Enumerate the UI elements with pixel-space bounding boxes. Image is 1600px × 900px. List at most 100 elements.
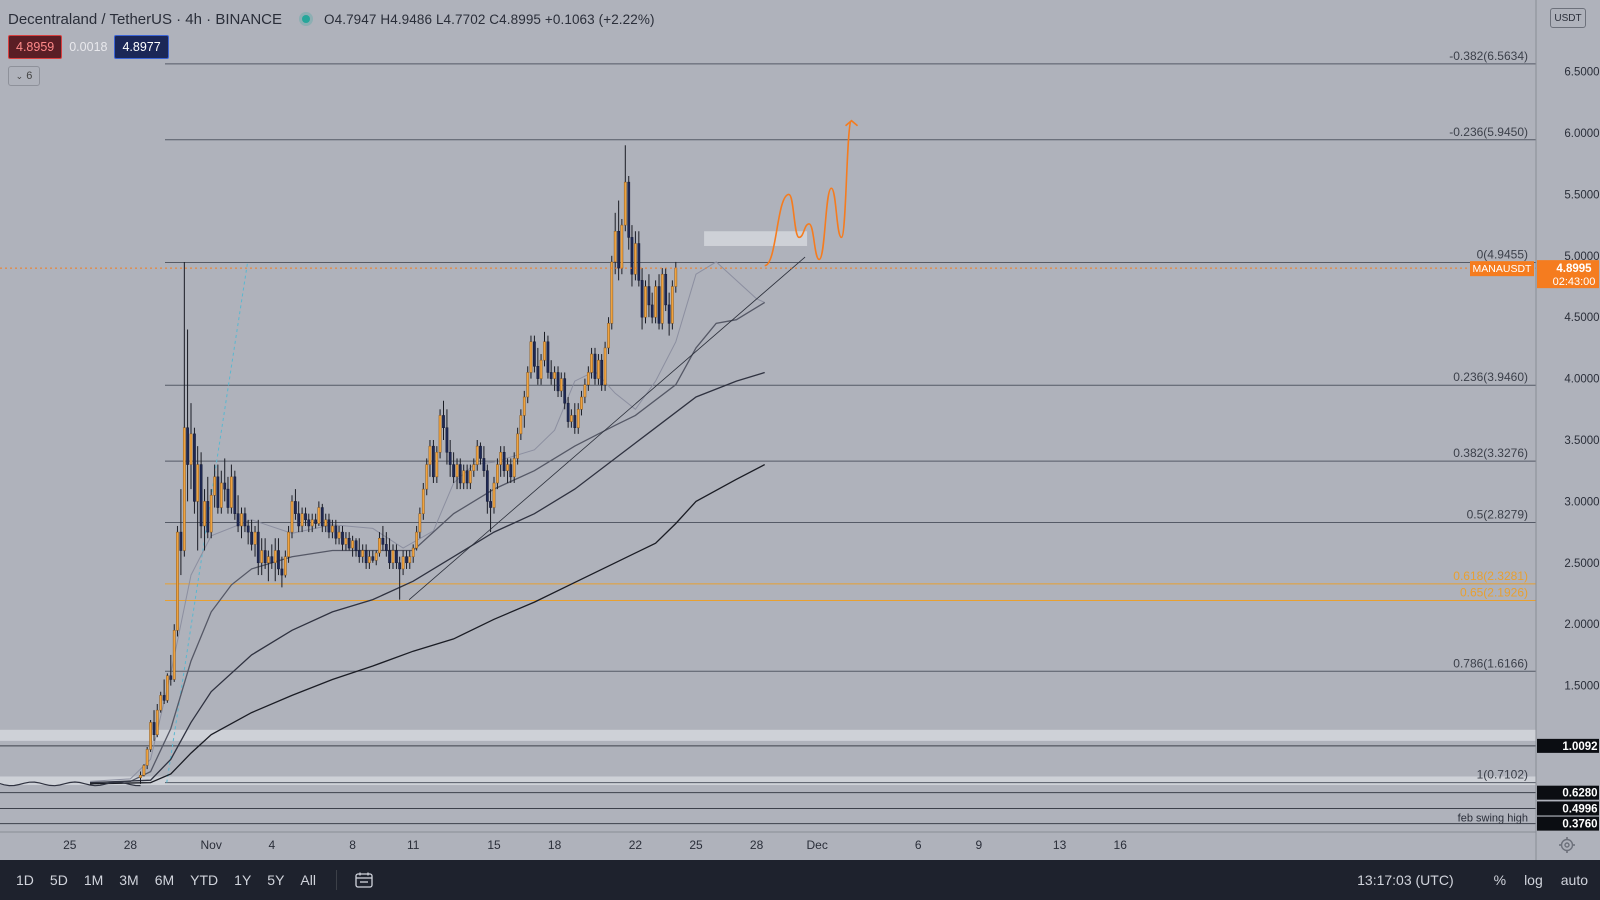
candle-body [327,519,331,533]
candle-body [506,464,509,471]
candle-body [559,378,563,392]
ohlc-values: O4.7947 H4.9486 L4.7702 C4.8995 +0.1063 … [324,11,655,27]
candle-body [600,359,604,385]
candle-body [354,540,358,551]
candle-body [270,556,274,564]
candle-body [442,415,445,428]
candle-body [411,547,415,557]
candle-body [367,556,371,564]
candle-body [395,550,398,564]
price-chart[interactable]: -0.382(6.5634) -0.236(5.9450) 0(4.9455) 0.2… [0,0,1600,860]
timeframe-ytd[interactable]: YTD [190,872,218,888]
candle-body [664,273,668,306]
candle-body [374,552,378,561]
candle-body [193,433,196,502]
candle-body [418,513,422,533]
price-tick-label: 6.0000 [1564,128,1599,140]
candle-body [294,501,297,514]
candle-body [233,476,237,514]
sell-price-button[interactable]: 4.8959 [8,35,63,59]
timeframe-all[interactable]: All [300,872,316,888]
spread-value: 0.0018 [69,40,108,54]
candle-body [277,550,280,570]
log-scale-toggle[interactable]: log [1524,872,1543,888]
candle-body [462,470,466,484]
candle-body [155,709,159,735]
level-label-2: feb swing high [1458,812,1528,824]
candle-body [458,464,462,484]
candle-body [516,433,520,459]
bottom-toolbar: 1D 5D 1M 3M 6M YTD 1Y 5Y All 13:17:03 (U… [0,860,1600,900]
candle-body [310,519,314,527]
fib-label-1: -0.236(5.9450) [1449,125,1528,139]
candle-body [415,531,419,549]
timeframe-5y[interactable]: 5Y [267,872,284,888]
percent-scale-toggle[interactable]: % [1494,872,1506,888]
candle-body [512,458,516,478]
candle-body [670,286,674,324]
timeframe-1d[interactable]: 1D [16,872,34,888]
candle-body [398,562,402,570]
timeframe-1m[interactable]: 1M [84,872,103,888]
candle-body [630,237,634,275]
candle-body [435,452,439,478]
candle-body [314,519,318,524]
fib-label-9: 1(0.7102) [1477,768,1528,782]
timeframe-1y[interactable]: 1Y [234,872,251,888]
symbol-title[interactable]: Decentraland / TetherUS · 4h · BINANCE [8,11,282,28]
currency-badge[interactable]: USDT [1550,8,1586,28]
price-tick-label: 6.5000 [1564,67,1599,79]
candle-body [179,531,183,551]
candle-body [381,537,385,545]
calendar-icon[interactable] [355,872,373,888]
time-tick-label: 28 [750,838,764,852]
price-tick-label: 4.0000 [1564,374,1599,386]
candle-body [219,482,223,508]
auto-scale-toggle[interactable]: auto [1561,872,1588,888]
fib-label-5: 0.5(2.8279) [1467,508,1528,522]
candle-body [425,464,429,490]
candle-body [492,482,496,508]
candle-body [569,415,573,422]
candle-body [260,550,264,564]
price-tick-label: 5.5000 [1564,189,1599,201]
gear-icon[interactable] [1558,836,1576,854]
candle-body [455,464,459,478]
candle-body [149,722,152,750]
candle-body [266,556,270,564]
candle-body [603,347,607,385]
candle-body [529,341,533,373]
utc-clock[interactable]: 13:17:03 (UTC) [1357,872,1453,888]
candle [142,764,146,777]
candle-body [674,267,678,287]
candle-body [213,476,217,496]
time-tick-label: Nov [201,838,222,852]
timeframe-3m[interactable]: 3M [119,872,138,888]
candle-body [320,507,324,527]
candle-body [586,372,590,385]
candle-body [556,372,560,392]
toolbar-divider [335,870,337,890]
candle-body [667,304,671,324]
candle-body [223,482,227,490]
candle-body [563,378,567,404]
candle-body [145,749,149,766]
candle [670,280,674,330]
timeframe-5d[interactable]: 5D [50,872,68,888]
candle-body [361,550,365,557]
candle-body [522,396,526,416]
candle [432,440,435,483]
candle-body [216,476,220,508]
price-badge-label-2: 0.4996 [1562,803,1597,815]
buy-price-button[interactable]: 4.8977 [114,35,169,59]
timeframe-6m[interactable]: 6M [155,872,174,888]
indicators-toggle-button[interactable]: ⌄ 6 [8,66,40,86]
time-tick-label: 28 [124,838,138,852]
candle-body [337,531,341,539]
candle-body [539,359,543,379]
price-tick-label: 1.5000 [1564,681,1599,693]
candle-body [590,353,593,373]
candle-body [159,695,163,711]
candle-body [250,531,253,545]
candle-body [240,513,243,527]
